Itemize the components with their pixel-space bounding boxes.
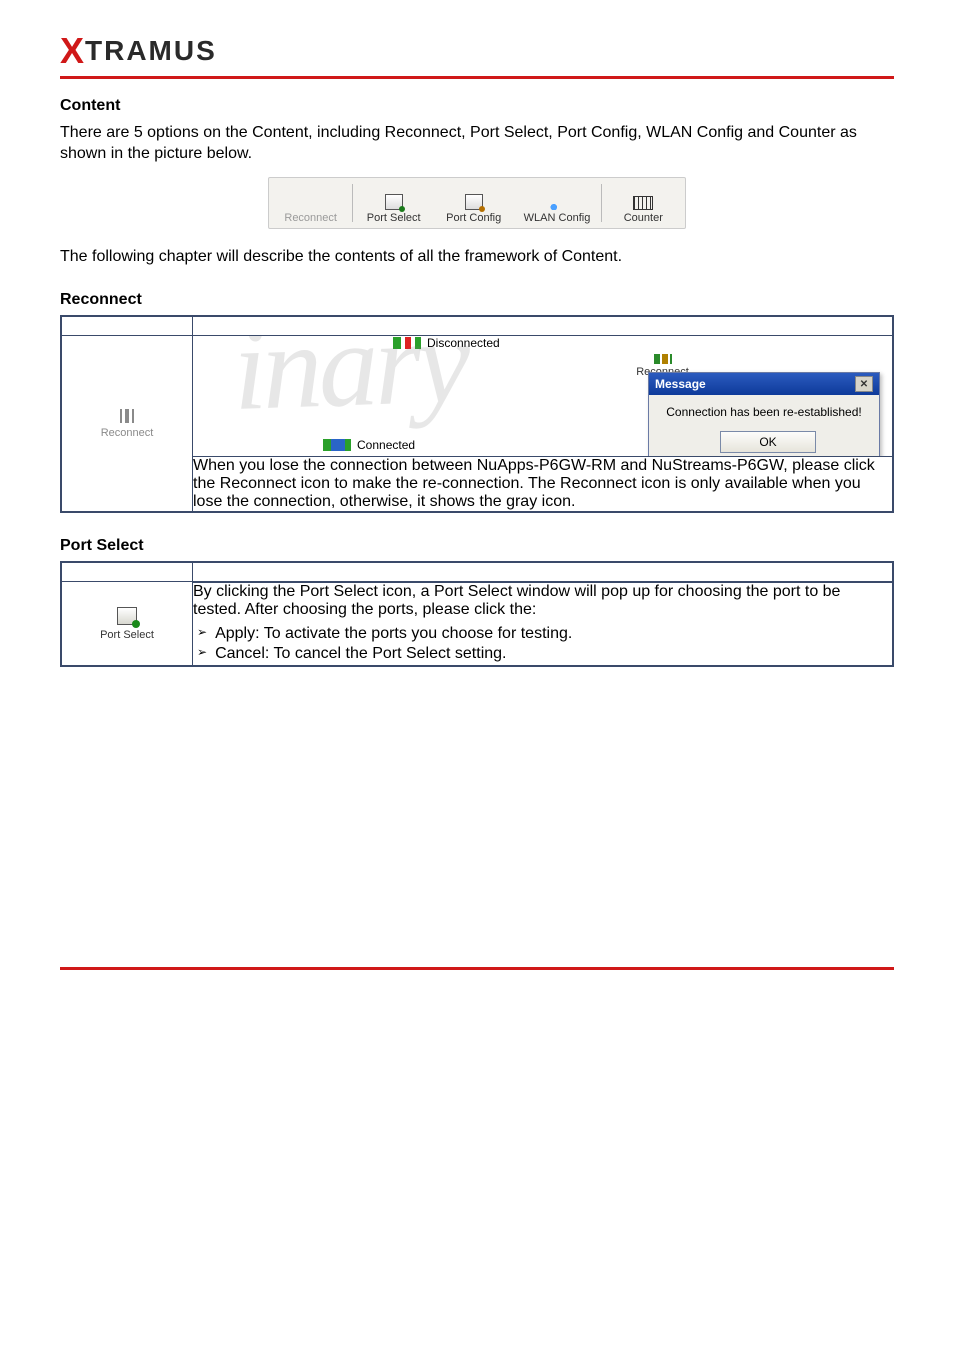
counter-icon bbox=[633, 196, 653, 210]
bullet-text: Cancel: To cancel the Port Select settin… bbox=[215, 645, 506, 663]
tb-port-select-label: Port Select bbox=[367, 212, 421, 224]
tb-port-config-label: Port Config bbox=[446, 212, 501, 224]
status-disconnected-label: Disconnected bbox=[427, 336, 500, 350]
tb-wlan-config[interactable]: WLAN Config bbox=[514, 180, 601, 226]
list-item: ➢ Cancel: To cancel the Port Select setti… bbox=[197, 645, 892, 663]
reconnect-icon bbox=[117, 409, 137, 423]
reconnect-icon bbox=[302, 198, 320, 210]
content-paragraph: There are 5 options on the Content, incl… bbox=[60, 123, 894, 165]
message-body: Connection has been re-established! bbox=[649, 395, 879, 425]
list-item: ➢ Apply: To activate the ports you choose… bbox=[197, 625, 892, 643]
section-title-reconnect: Reconnect bbox=[60, 291, 894, 309]
heading-content: Content bbox=[60, 97, 894, 115]
logo-rest: TRAMUS bbox=[85, 35, 217, 67]
reconnect-frame: Reconnect inary Disconnected Reconnect C… bbox=[60, 315, 894, 513]
tb-reconnect[interactable]: Reconnect bbox=[271, 180, 351, 226]
connected-icon bbox=[323, 439, 351, 451]
tb-counter-label: Counter bbox=[624, 212, 663, 224]
logo-x: X bbox=[60, 30, 83, 72]
reconnect-left-cell: Reconnect bbox=[61, 336, 193, 513]
bullet-text: Apply: To activate the ports you choose … bbox=[215, 625, 572, 643]
section-title-port-select: Port Select bbox=[60, 537, 894, 555]
reconnect-icon bbox=[654, 354, 672, 364]
tb-separator bbox=[601, 184, 602, 222]
port-select-icon bbox=[385, 194, 403, 210]
port-select-header-icon bbox=[61, 562, 193, 582]
port-config-icon bbox=[465, 194, 483, 210]
message-box: Message ✕ Connection has been re-establi… bbox=[648, 372, 880, 457]
tb-port-select[interactable]: Port Select bbox=[354, 180, 434, 226]
divider-bottom bbox=[60, 967, 894, 970]
watermark: inary bbox=[231, 336, 469, 439]
port-select-header-desc bbox=[193, 562, 894, 582]
port-select-description-cell: By clicking the Port Select icon, a Port… bbox=[193, 583, 894, 667]
reconnect-header-desc bbox=[193, 316, 894, 336]
tb-reconnect-label: Reconnect bbox=[284, 212, 337, 224]
reconnect-description: When you lose the connection between NuA… bbox=[193, 457, 894, 513]
ok-button[interactable]: OK bbox=[720, 431, 816, 453]
status-disconnected: Disconnected bbox=[393, 336, 892, 350]
logo: X TRAMUS bbox=[60, 30, 894, 72]
port-select-figure-cell: Prelim Port Select ✕ Please select the S… bbox=[193, 582, 894, 583]
reconnect-figure-cell: inary Disconnected Reconnect Connected M… bbox=[193, 336, 894, 457]
port-select-frame: Port Select Prelim Port Select ✕ Please … bbox=[60, 561, 894, 667]
tb-wlan-config-label: WLAN Config bbox=[524, 212, 591, 224]
tb-port-config[interactable]: Port Config bbox=[434, 180, 514, 226]
reconnect-header-icon bbox=[61, 316, 193, 336]
port-select-left-label: Port Select bbox=[100, 629, 154, 641]
disconnected-icon bbox=[393, 337, 421, 349]
bullet-arrow-icon: ➢ bbox=[197, 645, 207, 659]
tb-counter[interactable]: Counter bbox=[603, 180, 683, 226]
overview-paragraph: The following chapter will describe the … bbox=[60, 247, 894, 268]
wlan-config-icon bbox=[549, 196, 565, 210]
toolbar-screenshot: Reconnect Port Select Port Config WLAN C… bbox=[60, 177, 894, 229]
port-select-left-cell: Port Select bbox=[61, 582, 193, 667]
reconnect-left-label: Reconnect bbox=[101, 427, 154, 439]
port-select-description: By clicking the Port Select icon, a Port… bbox=[193, 583, 840, 618]
divider-top bbox=[60, 76, 894, 79]
status-connected-label: Connected bbox=[357, 438, 415, 452]
bullet-arrow-icon: ➢ bbox=[197, 625, 207, 639]
tb-separator bbox=[352, 184, 353, 222]
message-title: Message bbox=[655, 377, 706, 391]
close-icon[interactable]: ✕ bbox=[855, 376, 873, 392]
port-select-icon bbox=[117, 607, 137, 625]
